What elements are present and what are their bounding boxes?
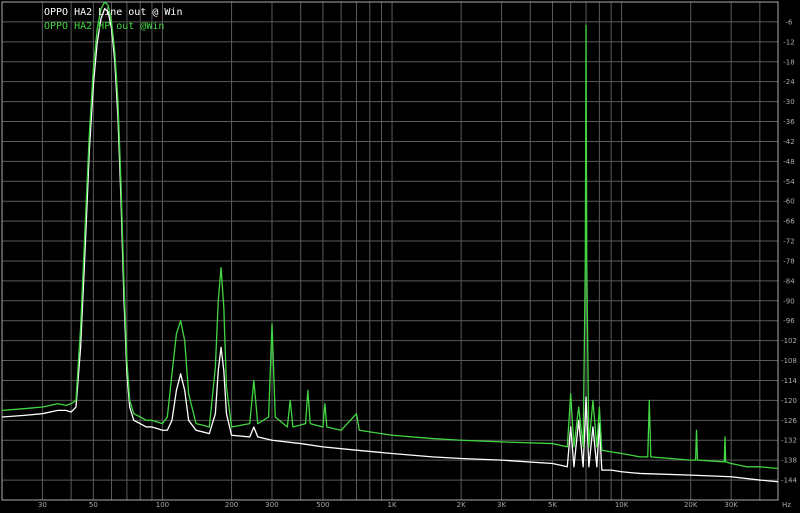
y-tick-label: -78 bbox=[783, 257, 794, 265]
y-tick-label: -18 bbox=[783, 58, 794, 66]
x-tick-label: 30K bbox=[724, 501, 738, 509]
y-tick-label: -48 bbox=[783, 158, 794, 166]
legend: OPPO HA2 Line out @ Win OPPO HA2 HP out … bbox=[44, 6, 182, 34]
y-tick-label: -84 bbox=[783, 277, 795, 285]
y-tick-label: -126 bbox=[781, 417, 797, 425]
spectrum-chart: 30 50 100 200 300 500 1K 2K 3K 5K 10K 20K 30K -6 -12 -… bbox=[0, 0, 800, 513]
x-tick-label: 2K bbox=[457, 501, 466, 509]
y-tick-label: -6 bbox=[786, 18, 794, 26]
legend-item-hp-out: OPPO HA2 HP out @Win bbox=[44, 20, 182, 34]
y-tick-label: -132 bbox=[781, 437, 797, 445]
y-tick-label: -30 bbox=[783, 98, 794, 106]
x-tick-label: 200 bbox=[225, 501, 238, 509]
legend-label-line-out: OPPO HA2 Line out @ Win bbox=[44, 7, 183, 18]
y-tick-label: -96 bbox=[783, 317, 795, 325]
y-tick-label: -12 bbox=[783, 38, 794, 46]
x-tick-label: 30 bbox=[38, 501, 47, 509]
y-tick-label: -36 bbox=[783, 118, 795, 126]
y-tick-label: -54 bbox=[783, 178, 795, 186]
x-tick-label: 1K bbox=[388, 501, 397, 509]
x-tick-label: 20K bbox=[684, 501, 698, 509]
y-tick-label: -24 bbox=[783, 78, 795, 86]
y-tick-label: -108 bbox=[781, 357, 797, 365]
x-tick-label: 3K bbox=[497, 501, 506, 509]
y-tick-label: -72 bbox=[783, 238, 794, 246]
y-tick-label: -90 bbox=[783, 297, 794, 305]
y-tick-label: -114 bbox=[781, 377, 797, 385]
x-tick-label: 100 bbox=[156, 501, 169, 509]
x-unit-label: Hz bbox=[782, 501, 791, 509]
x-tick-label: 50 bbox=[89, 501, 98, 509]
y-tick-label: -120 bbox=[781, 397, 797, 405]
y-tick-label: -102 bbox=[781, 337, 797, 345]
y-tick-label: -66 bbox=[783, 218, 795, 226]
x-tick-label: 10K bbox=[615, 501, 629, 509]
legend-item-line-out: OPPO HA2 Line out @ Win bbox=[44, 6, 182, 20]
y-tick-label: -42 bbox=[783, 138, 794, 146]
x-tick-label: 300 bbox=[265, 501, 278, 509]
y-tick-label: -138 bbox=[781, 457, 797, 465]
x-tick-label: 5K bbox=[548, 501, 557, 509]
y-tick-label: -60 bbox=[783, 198, 794, 206]
legend-label-hp-out: OPPO HA2 HP out @Win bbox=[44, 21, 165, 32]
x-tick-label: 500 bbox=[316, 501, 329, 509]
y-tick-label: -144 bbox=[781, 477, 797, 485]
